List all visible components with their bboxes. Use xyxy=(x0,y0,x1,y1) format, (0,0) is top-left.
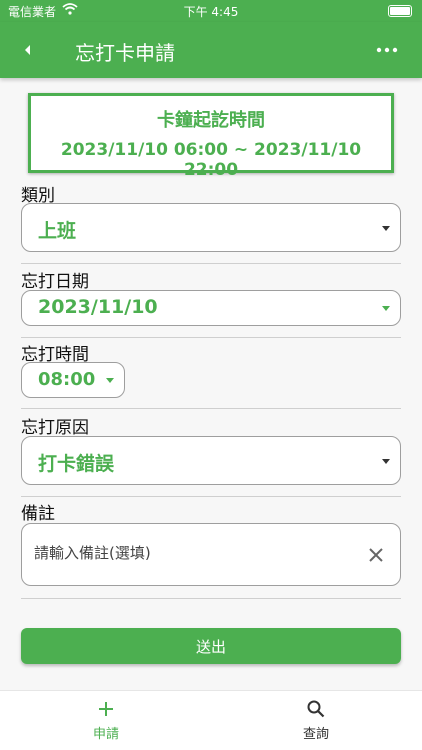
status-time: 下午 4:45 xyxy=(183,5,239,19)
date-label: 忘打日期 xyxy=(21,272,89,292)
dropdown-caret-icon xyxy=(106,378,114,383)
dropdown-caret-icon xyxy=(382,306,390,311)
clock-range-card: 卡鐘起訖時間 2023/11/10 06:00 ~ 2023/11/10 22:… xyxy=(28,93,394,180)
submit-button[interactable]: 送出 xyxy=(21,628,401,664)
dropdown-caret-icon xyxy=(382,226,390,231)
clock-range-value: 2023/11/10 06:00 ~ 2023/11/10 22:00 xyxy=(60,140,362,180)
page-title: 忘打卡申請 xyxy=(75,41,175,65)
reason-select[interactable]: 打卡錯誤 xyxy=(21,436,401,485)
reason-value: 打卡錯誤 xyxy=(38,453,115,475)
note-label: 備註 xyxy=(21,504,55,524)
nav-item-query[interactable]: 查詢 xyxy=(276,699,356,742)
reason-label: 忘打原因 xyxy=(21,418,89,438)
more-horizontal-icon[interactable] xyxy=(376,43,398,57)
clock-range-title: 卡鐘起訖時間 xyxy=(157,110,265,131)
note-input[interactable] xyxy=(34,544,354,562)
time-select[interactable]: 08:00 xyxy=(21,362,125,398)
nav-label-query: 查詢 xyxy=(302,727,329,742)
divider xyxy=(21,408,401,409)
nav-item-apply[interactable]: 申請 xyxy=(66,699,146,742)
back-arrow-icon[interactable] xyxy=(22,40,34,60)
divider xyxy=(21,598,401,599)
category-select[interactable]: 上班 xyxy=(21,203,401,252)
divider xyxy=(21,337,401,338)
date-value: 2023/11/10 xyxy=(38,296,158,318)
nav-label-apply: 申請 xyxy=(92,727,119,742)
note-field[interactable] xyxy=(21,523,401,586)
app-bar: 忘打卡申請 xyxy=(0,22,422,78)
search-icon xyxy=(307,700,325,718)
time-value: 08:00 xyxy=(38,369,96,390)
date-select[interactable]: 2023/11/10 xyxy=(21,290,401,326)
divider xyxy=(21,263,401,264)
clear-icon[interactable] xyxy=(368,547,384,563)
divider xyxy=(21,496,401,497)
plus-icon xyxy=(99,702,113,716)
dropdown-caret-icon xyxy=(382,459,390,464)
status-bar: 電信業者 下午 4:45 xyxy=(0,0,422,22)
bottom-nav: 申請 查詢 xyxy=(0,690,422,750)
battery-icon xyxy=(388,5,412,17)
category-value: 上班 xyxy=(38,220,77,242)
